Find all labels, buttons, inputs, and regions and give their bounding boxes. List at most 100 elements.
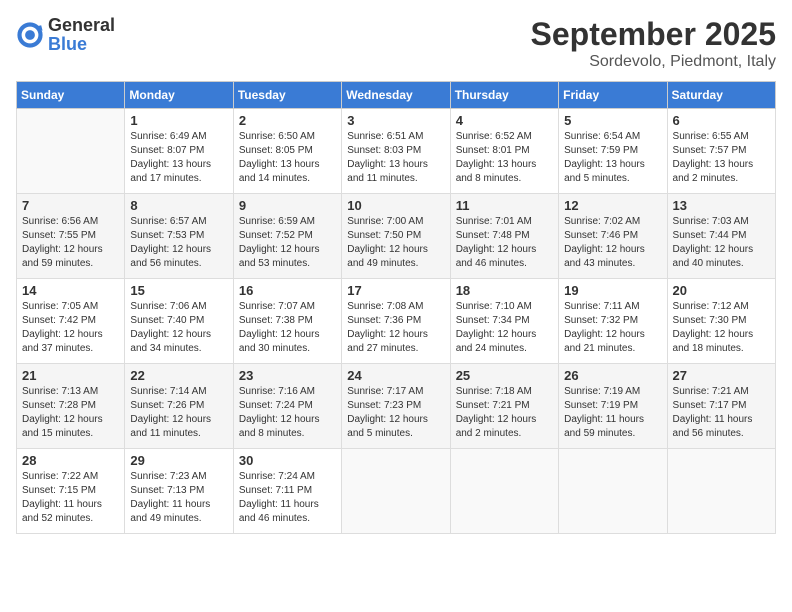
logo-general: General [48, 15, 115, 35]
calendar-cell [17, 109, 125, 194]
day-info: Sunrise: 7:10 AM Sunset: 7:34 PM Dayligh… [456, 300, 553, 356]
calendar-cell: 11 Sunrise: 7:01 AM Sunset: 7:48 PM Dayli… [450, 194, 558, 279]
location-title: Sordevolo, Piedmont, Italy [531, 53, 776, 71]
day-info: Sunrise: 6:54 AM Sunset: 7:59 PM Dayligh… [564, 130, 661, 186]
day-info: Sunrise: 7:08 AM Sunset: 7:36 PM Dayligh… [347, 300, 444, 356]
logo-blue: Blue [48, 34, 87, 54]
day-number: 26 [564, 368, 661, 383]
day-number: 21 [22, 368, 119, 383]
calendar-cell: 26 Sunrise: 7:19 AM Sunset: 7:19 PM Dayli… [559, 364, 667, 449]
calendar-cell: 19Sunrise: 7:11 AM Sunset: 7:32 PM Dayli… [559, 279, 667, 364]
day-number: 11 [456, 198, 553, 213]
calendar-cell: 4 Sunrise: 6:52 AM Sunset: 8:01 PM Daylig… [450, 109, 558, 194]
day-info: Sunrise: 7:13 AM Sunset: 7:28 PM Dayligh… [22, 385, 119, 441]
calendar-table: SundayMondayTuesdayWednesdayThursdayFrid… [16, 81, 776, 534]
logo-icon [16, 21, 44, 49]
day-number: 6 [673, 113, 770, 128]
weekday-header: Monday [125, 82, 233, 109]
page-header: General Blue September 2025 Sordevolo, P… [16, 16, 776, 71]
calendar-cell: 15 Sunrise: 7:06 AM Sunset: 7:40 PM Dayli… [125, 279, 233, 364]
weekday-header: Friday [559, 82, 667, 109]
day-number: 28 [22, 453, 119, 468]
calendar-cell: 17 Sunrise: 7:08 AM Sunset: 7:36 PM Dayli… [342, 279, 450, 364]
day-number: 9 [239, 198, 336, 213]
day-number: 3 [347, 113, 444, 128]
day-info: Sunrise: 7:23 AM Sunset: 7:13 PM Dayligh… [130, 470, 227, 526]
day-info: Sunrise: 6:59 AM Sunset: 7:52 PM Dayligh… [239, 215, 336, 271]
logo: General Blue [16, 16, 115, 54]
day-number: 22 [130, 368, 227, 383]
day-number: 13 [673, 198, 770, 213]
day-number: 8 [130, 198, 227, 213]
calendar-cell [559, 449, 667, 534]
day-info: Sunrise: 7:24 AM Sunset: 7:11 PM Dayligh… [239, 470, 336, 526]
day-info: Sunrise: 6:51 AM Sunset: 8:03 PM Dayligh… [347, 130, 444, 186]
calendar-cell: 1 Sunrise: 6:49 AM Sunset: 8:07 PM Daylig… [125, 109, 233, 194]
calendar-cell: 22 Sunrise: 7:14 AM Sunset: 7:26 PM Dayli… [125, 364, 233, 449]
calendar-cell: 16 Sunrise: 7:07 AM Sunset: 7:38 PM Dayli… [233, 279, 341, 364]
day-number: 1 [130, 113, 227, 128]
day-info: Sunrise: 7:06 AM Sunset: 7:40 PM Dayligh… [130, 300, 227, 356]
calendar-cell: 8Sunrise: 6:57 AM Sunset: 7:53 PM Daylig… [125, 194, 233, 279]
day-number: 20 [673, 283, 770, 298]
calendar-cell: 30 Sunrise: 7:24 AM Sunset: 7:11 PM Dayli… [233, 449, 341, 534]
day-number: 25 [456, 368, 553, 383]
day-number: 27 [673, 368, 770, 383]
weekday-header: Thursday [450, 82, 558, 109]
day-number: 4 [456, 113, 553, 128]
day-number: 10 [347, 198, 444, 213]
day-number: 12 [564, 198, 661, 213]
calendar-cell: 27Sunrise: 7:21 AM Sunset: 7:17 PM Dayli… [667, 364, 775, 449]
day-info: Sunrise: 6:55 AM Sunset: 7:57 PM Dayligh… [673, 130, 770, 186]
day-number: 2 [239, 113, 336, 128]
day-info: Sunrise: 7:05 AM Sunset: 7:42 PM Dayligh… [22, 300, 119, 356]
calendar-cell: 20 Sunrise: 7:12 AM Sunset: 7:30 PM Dayli… [667, 279, 775, 364]
calendar-cell: 2 Sunrise: 6:50 AM Sunset: 8:05 PM Daylig… [233, 109, 341, 194]
day-number: 7 [22, 198, 119, 213]
calendar-cell: 5Sunrise: 6:54 AM Sunset: 7:59 PM Daylig… [559, 109, 667, 194]
weekday-header: Sunday [17, 82, 125, 109]
day-info: Sunrise: 7:22 AM Sunset: 7:15 PM Dayligh… [22, 470, 119, 526]
calendar-cell: 13 Sunrise: 7:03 AM Sunset: 7:44 PM Dayli… [667, 194, 775, 279]
day-info: Sunrise: 7:19 AM Sunset: 7:19 PM Dayligh… [564, 385, 661, 441]
month-title: September 2025 [531, 16, 776, 53]
day-number: 16 [239, 283, 336, 298]
day-info: Sunrise: 7:02 AM Sunset: 7:46 PM Dayligh… [564, 215, 661, 271]
calendar-cell: 28 Sunrise: 7:22 AM Sunset: 7:15 PM Dayli… [17, 449, 125, 534]
calendar-cell: 24Sunrise: 7:17 AM Sunset: 7:23 PM Dayli… [342, 364, 450, 449]
day-number: 30 [239, 453, 336, 468]
calendar-cell: 9 Sunrise: 6:59 AM Sunset: 7:52 PM Daylig… [233, 194, 341, 279]
day-info: Sunrise: 7:00 AM Sunset: 7:50 PM Dayligh… [347, 215, 444, 271]
day-info: Sunrise: 6:49 AM Sunset: 8:07 PM Dayligh… [130, 130, 227, 186]
day-number: 29 [130, 453, 227, 468]
calendar-cell [450, 449, 558, 534]
day-info: Sunrise: 7:01 AM Sunset: 7:48 PM Dayligh… [456, 215, 553, 271]
calendar-cell: 21 Sunrise: 7:13 AM Sunset: 7:28 PM Dayli… [17, 364, 125, 449]
calendar-cell: 3 Sunrise: 6:51 AM Sunset: 8:03 PM Daylig… [342, 109, 450, 194]
calendar-cell: 7 Sunrise: 6:56 AM Sunset: 7:55 PM Daylig… [17, 194, 125, 279]
calendar-cell: 18 Sunrise: 7:10 AM Sunset: 7:34 PM Dayli… [450, 279, 558, 364]
day-info: Sunrise: 7:18 AM Sunset: 7:21 PM Dayligh… [456, 385, 553, 441]
day-info: Sunrise: 7:03 AM Sunset: 7:44 PM Dayligh… [673, 215, 770, 271]
day-info: Sunrise: 7:14 AM Sunset: 7:26 PM Dayligh… [130, 385, 227, 441]
day-info: Sunrise: 6:56 AM Sunset: 7:55 PM Dayligh… [22, 215, 119, 271]
day-number: 18 [456, 283, 553, 298]
day-number: 15 [130, 283, 227, 298]
day-number: 19 [564, 283, 661, 298]
calendar-cell [342, 449, 450, 534]
day-number: 14 [22, 283, 119, 298]
calendar-cell: 12 Sunrise: 7:02 AM Sunset: 7:46 PM Dayli… [559, 194, 667, 279]
day-number: 17 [347, 283, 444, 298]
calendar-cell [667, 449, 775, 534]
day-info: Sunrise: 6:50 AM Sunset: 8:05 PM Dayligh… [239, 130, 336, 186]
calendar-cell: 14 Sunrise: 7:05 AM Sunset: 7:42 PM Dayli… [17, 279, 125, 364]
day-info: Sunrise: 7:12 AM Sunset: 7:30 PM Dayligh… [673, 300, 770, 356]
day-info: Sunrise: 7:07 AM Sunset: 7:38 PM Dayligh… [239, 300, 336, 356]
day-number: 23 [239, 368, 336, 383]
weekday-header: Saturday [667, 82, 775, 109]
calendar-cell: 23Sunrise: 7:16 AM Sunset: 7:24 PM Dayli… [233, 364, 341, 449]
weekday-header: Wednesday [342, 82, 450, 109]
day-info: Sunrise: 7:17 AM Sunset: 7:23 PM Dayligh… [347, 385, 444, 441]
day-info: Sunrise: 6:52 AM Sunset: 8:01 PM Dayligh… [456, 130, 553, 186]
calendar-cell: 10 Sunrise: 7:00 AM Sunset: 7:50 PM Dayli… [342, 194, 450, 279]
